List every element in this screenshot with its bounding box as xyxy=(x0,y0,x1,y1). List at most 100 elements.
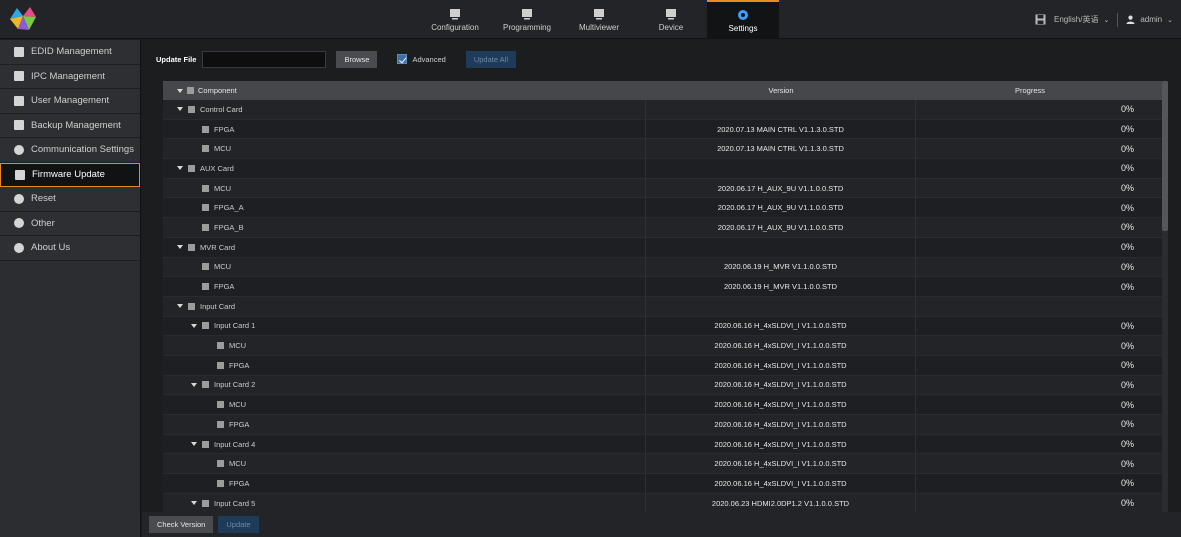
update-all-button[interactable]: Update All xyxy=(465,50,517,68)
progress-cell: 0% xyxy=(1120,124,1134,135)
table-row[interactable]: FPGA 2020.06.16 H_4xSLDVI_I V1.1.0.0.STD 0… xyxy=(163,474,1168,494)
table-row[interactable]: MCU 2020.06.16 H_4xSLDVI_I V1.1.0.0.STD 0% xyxy=(163,395,1168,415)
table-row[interactable]: FPGA 2020.07.13 MAIN CTRL V1.1.3.0.STD 0% xyxy=(163,119,1168,140)
footer-bar: Check Version Update xyxy=(142,512,1181,537)
square-icon xyxy=(217,361,224,369)
nav-tab-programming[interactable]: Programming xyxy=(491,0,563,39)
table-row[interactable]: FPGA 2020.06.16 H_4xSLDVI_I V1.1.0.0.STD 0… xyxy=(163,415,1168,435)
table-row[interactable]: Input Card 5 2020.06.23 HDMI2.0DP1.2 V1.1… xyxy=(163,493,1168,514)
browse-button[interactable]: Browse xyxy=(336,50,378,68)
nav-tab-label: Device xyxy=(658,22,684,32)
scrollbar[interactable] xyxy=(1162,81,1168,537)
divider xyxy=(1117,12,1119,27)
caret-down-icon[interactable] xyxy=(191,323,197,328)
component-cell: Input Card 1 xyxy=(163,316,646,336)
sidebar-item-communication-settings[interactable]: Communication Settings xyxy=(0,138,140,163)
table-row[interactable]: Input Card 1 2020.06.16 H_4xSLDVI_I V1.1.… xyxy=(163,316,1168,337)
language-selector[interactable]: English/英语 ⌄ xyxy=(1054,14,1109,25)
component-name: MVR Card xyxy=(200,242,236,252)
version-cell xyxy=(646,159,916,178)
table-row[interactable]: MCU 2020.07.13 MAIN CTRL V1.1.3.0.STD 0% xyxy=(163,139,1168,160)
sidebar-item-firmware-update[interactable]: Firmware Update xyxy=(0,162,140,187)
component-header[interactable]: Component xyxy=(163,86,646,95)
save-icon[interactable] xyxy=(1035,14,1046,25)
reset-icon xyxy=(14,193,24,204)
sidebar-item-label: EDID Management xyxy=(31,46,112,58)
sidebar-item-label: Backup Management xyxy=(31,119,121,131)
progress-cell: 0% xyxy=(1120,458,1134,469)
square-icon xyxy=(202,263,209,271)
table-row[interactable]: AUX Card 0% xyxy=(163,159,1168,179)
caret-down-icon[interactable] xyxy=(177,166,183,171)
progress-cell: 0% xyxy=(1120,143,1134,154)
table-row[interactable]: MVR Card 0% xyxy=(163,237,1168,258)
table-row[interactable]: Control Card 0% xyxy=(163,100,1168,120)
component-name: FPGA xyxy=(214,124,235,134)
component-name: Control Card xyxy=(200,104,243,114)
table-row[interactable]: MCU 2020.06.16 H_4xSLDVI_I V1.1.0.0.STD 0% xyxy=(163,336,1168,356)
table-row[interactable]: FPGA 2020.06.19 H_MVR V1.1.0.0.STD 0% xyxy=(163,277,1168,297)
update-button[interactable]: Update xyxy=(218,516,259,533)
caret-down-icon[interactable] xyxy=(191,442,197,447)
progress-header: Progress xyxy=(1014,86,1045,95)
progress-cell: 0% xyxy=(1120,478,1134,489)
component-cell: MCU xyxy=(163,178,646,198)
backup-icon xyxy=(14,120,24,131)
table-row[interactable]: Input Card xyxy=(163,296,1168,317)
caret-down-icon[interactable] xyxy=(177,245,183,250)
table-row[interactable]: FPGA_A 2020.06.17 H_AUX_9U V1.1.0.0.STD 0% xyxy=(163,198,1168,219)
user-menu[interactable]: admin ⌄ xyxy=(1126,15,1173,24)
table-row[interactable]: FPGA 2020.06.16 H_4xSLDVI_I V1.1.0.0.STD 0… xyxy=(163,355,1168,376)
component-table: Component Version Progress Control Card 0… xyxy=(163,81,1168,537)
nav-tab-multiviewer[interactable]: Multiviewer xyxy=(563,0,635,39)
square-icon xyxy=(188,243,195,251)
sidebar-item-about-us[interactable]: About Us xyxy=(0,236,140,261)
version-cell: 2020.07.13 MAIN CTRL V1.1.3.0.STD xyxy=(646,139,916,159)
progress-cell: 0% xyxy=(1120,163,1134,174)
square-icon xyxy=(217,479,224,487)
main-nav: Configuration Programming Multiviewer Devic… xyxy=(419,0,779,39)
square-icon xyxy=(187,87,194,94)
caret-down-icon[interactable] xyxy=(177,107,183,112)
version-cell: 2020.06.16 H_4xSLDVI_I V1.1.0.0.STD xyxy=(646,375,916,395)
table-row[interactable]: MCU 2020.06.16 H_4xSLDVI_I V1.1.0.0.STD 0% xyxy=(163,454,1168,475)
progress-cell: 0% xyxy=(1120,104,1134,115)
component-name: Input Card 2 xyxy=(214,380,256,390)
table-row[interactable]: MCU 2020.06.19 H_MVR V1.1.0.0.STD 0% xyxy=(163,257,1168,278)
sidebar-item-other[interactable]: Other xyxy=(0,211,140,236)
component-name: Input Card 1 xyxy=(214,321,256,331)
component-cell: FPGA xyxy=(163,474,646,493)
table-row[interactable]: FPGA_B 2020.06.17 H_AUX_9U V1.1.0.0.STD 0% xyxy=(163,218,1168,238)
square-icon xyxy=(202,223,209,231)
table-row[interactable]: Input Card 4 2020.06.16 H_4xSLDVI_I V1.1.… xyxy=(163,434,1168,455)
component-name: FPGA xyxy=(214,282,235,292)
nav-tab-configuration[interactable]: Configuration xyxy=(419,0,491,39)
nav-tab-settings[interactable]: Settings xyxy=(707,0,779,39)
sidebar-item-edid-management[interactable]: EDID Management xyxy=(0,40,140,65)
sidebar-item-label: IPC Management xyxy=(31,70,105,82)
progress-cell: 0% xyxy=(1120,202,1134,213)
advanced-checkbox[interactable]: Advanced xyxy=(397,54,446,64)
progress-cell: 0% xyxy=(1120,399,1134,410)
sidebar-item-label: User Management xyxy=(31,95,110,107)
app-logo xyxy=(10,7,36,30)
component-name: MCU xyxy=(229,341,247,351)
caret-down-icon[interactable] xyxy=(177,304,183,309)
check-version-button[interactable]: Check Version xyxy=(149,516,214,533)
caret-down-icon[interactable] xyxy=(191,382,197,387)
language-label: English/英语 xyxy=(1053,15,1099,24)
sidebar-item-ipc-management[interactable]: IPC Management xyxy=(0,64,140,89)
update-file-input[interactable] xyxy=(202,50,327,68)
version-cell: 2020.06.19 H_MVR V1.1.0.0.STD xyxy=(646,277,916,296)
caret-down-icon[interactable] xyxy=(191,501,197,506)
nav-tab-label: Multiviewer xyxy=(578,22,619,32)
scrollbar-thumb[interactable] xyxy=(1162,81,1168,231)
sidebar-item-backup-management[interactable]: Backup Management xyxy=(0,113,140,138)
sidebar-item-user-management[interactable]: User Management xyxy=(0,89,140,114)
nav-tab-device[interactable]: Device xyxy=(635,0,707,39)
table-row[interactable]: Input Card 2 2020.06.16 H_4xSLDVI_I V1.1.… xyxy=(163,375,1168,396)
top-bar: Configuration Programming Multiviewer Devic… xyxy=(0,0,1181,39)
table-row[interactable]: MCU 2020.06.17 H_AUX_9U V1.1.0.0.STD 0% xyxy=(163,178,1168,199)
square-icon xyxy=(202,322,209,330)
sidebar-item-reset[interactable]: Reset xyxy=(0,187,140,212)
